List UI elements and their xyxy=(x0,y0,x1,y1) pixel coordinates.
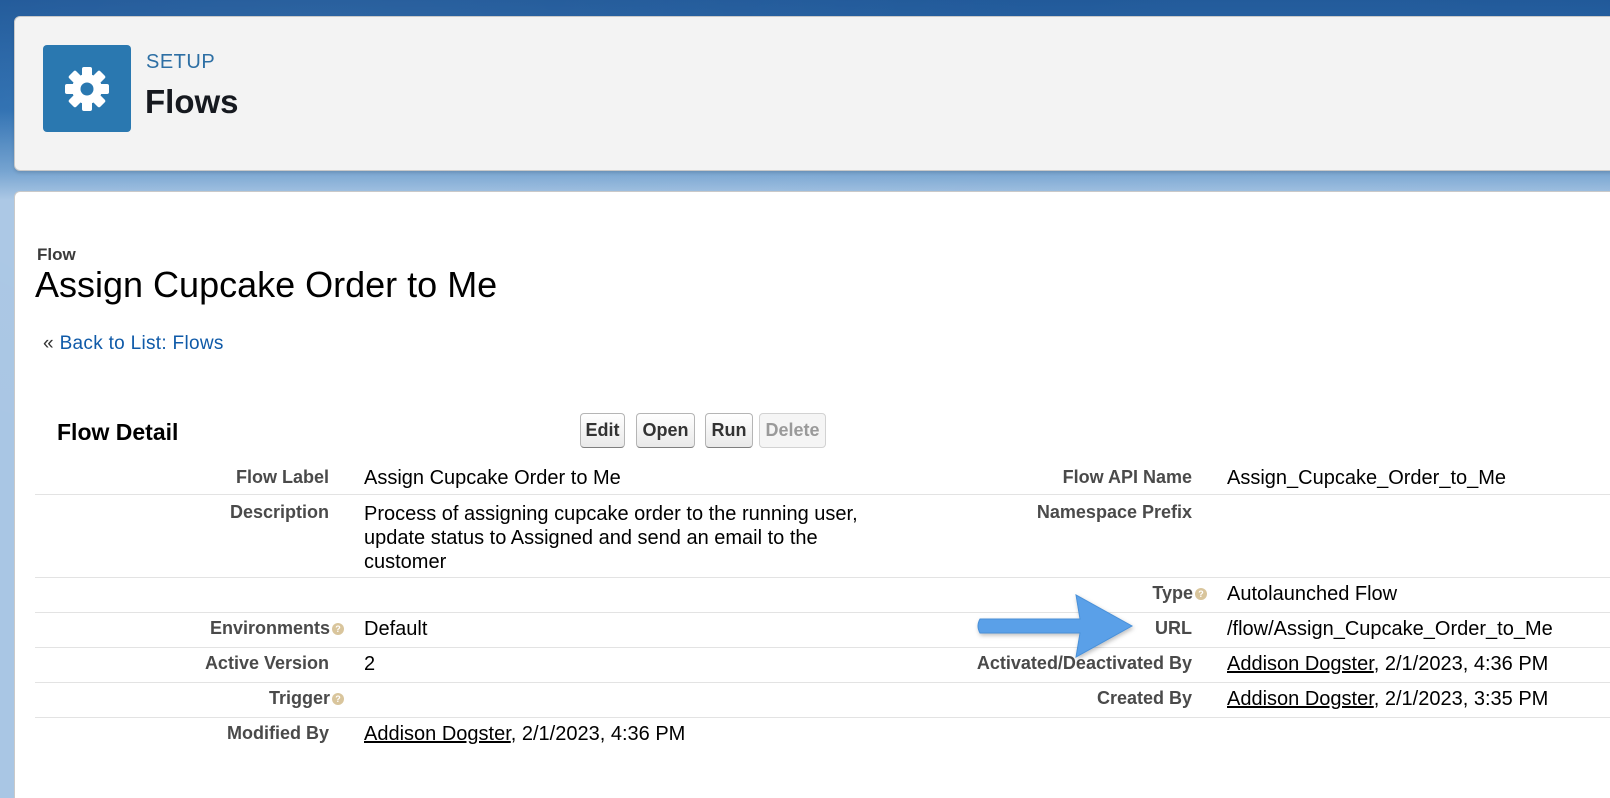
api-name-label: Flow API Name xyxy=(1062,467,1192,487)
help-icon[interactable]: ? xyxy=(332,693,344,706)
created-by-label: Created By xyxy=(1096,688,1192,708)
setup-icon-tile xyxy=(43,45,131,132)
api-name-value: Assign_Cupcake_Order_to_Me xyxy=(1227,467,1507,489)
row-divider xyxy=(35,647,1610,648)
url-value: /flow/Assign_Cupcake_Order_to_Me xyxy=(1227,618,1553,640)
environments-label: Environments? xyxy=(115,618,344,639)
content-panel: Flow Assign Cupcake Order to Me « Back to… xyxy=(14,191,1610,798)
section-title: Flow Detail xyxy=(57,419,179,445)
modified-by-value: Addison Dogster, 2/1/2023, 4:36 PM xyxy=(364,723,685,746)
run-button[interactable]: Run xyxy=(705,413,753,448)
help-icon[interactable]: ? xyxy=(1195,588,1207,601)
activated-by-user-link[interactable]: Addison Dogster xyxy=(1227,653,1374,675)
annotation-arrow-icon xyxy=(977,594,1134,658)
record-title: Assign Cupcake Order to Me xyxy=(35,264,498,305)
row-divider xyxy=(35,717,1610,718)
trigger-label-text: Trigger xyxy=(268,688,330,708)
page-title: Flows xyxy=(145,83,239,120)
modified-by-user-link[interactable]: Addison Dogster xyxy=(364,723,511,745)
open-button[interactable]: Open xyxy=(636,413,695,448)
row-divider xyxy=(35,682,1610,683)
record-type-label: Flow xyxy=(37,245,76,264)
type-value: Autolaunched Flow xyxy=(1227,583,1398,605)
description-value: Process of assigning cupcake order to th… xyxy=(364,503,858,573)
edit-button[interactable]: Edit xyxy=(580,413,625,448)
modified-by-date: , 2/1/2023, 4:36 PM xyxy=(510,723,686,745)
created-by-value: Addison Dogster, 2/1/2023, 3:35 PM xyxy=(1227,688,1548,711)
modified-by-label: Modified By xyxy=(227,723,329,743)
setup-header: SETUP Flows xyxy=(14,16,1610,171)
activated-by-date: , 2/1/2023, 4:36 PM xyxy=(1373,653,1549,675)
delete-button: Delete xyxy=(759,413,826,448)
description-label: Description xyxy=(229,502,329,522)
row-divider xyxy=(35,577,1610,578)
namespace-prefix-label: Namespace Prefix xyxy=(1036,502,1192,522)
back-to-list-link[interactable]: Back to List: Flows xyxy=(60,333,224,354)
trigger-label: Trigger? xyxy=(115,688,344,709)
created-by-date: , 2/1/2023, 3:35 PM xyxy=(1373,688,1549,710)
type-label-text: Type xyxy=(1152,583,1193,603)
active-version-label: Active Version xyxy=(204,653,329,673)
active-version-value: 2 xyxy=(364,653,376,675)
gear-icon xyxy=(65,66,109,111)
flow-label-value: Assign Cupcake Order to Me xyxy=(364,467,621,489)
breadcrumb: « Back to List: Flows xyxy=(43,333,224,355)
created-by-user-link[interactable]: Addison Dogster xyxy=(1227,688,1374,710)
activated-by-value: Addison Dogster, 2/1/2023, 4:36 PM xyxy=(1227,653,1548,676)
setup-caption: SETUP xyxy=(146,51,216,73)
back-prefix: « xyxy=(43,333,54,354)
row-divider xyxy=(35,612,1610,613)
flow-label-label: Flow Label xyxy=(235,467,329,487)
environments-value: Default xyxy=(364,618,428,640)
environments-label-text: Environments xyxy=(209,618,330,638)
row-divider xyxy=(35,494,1610,495)
help-icon[interactable]: ? xyxy=(332,623,344,636)
